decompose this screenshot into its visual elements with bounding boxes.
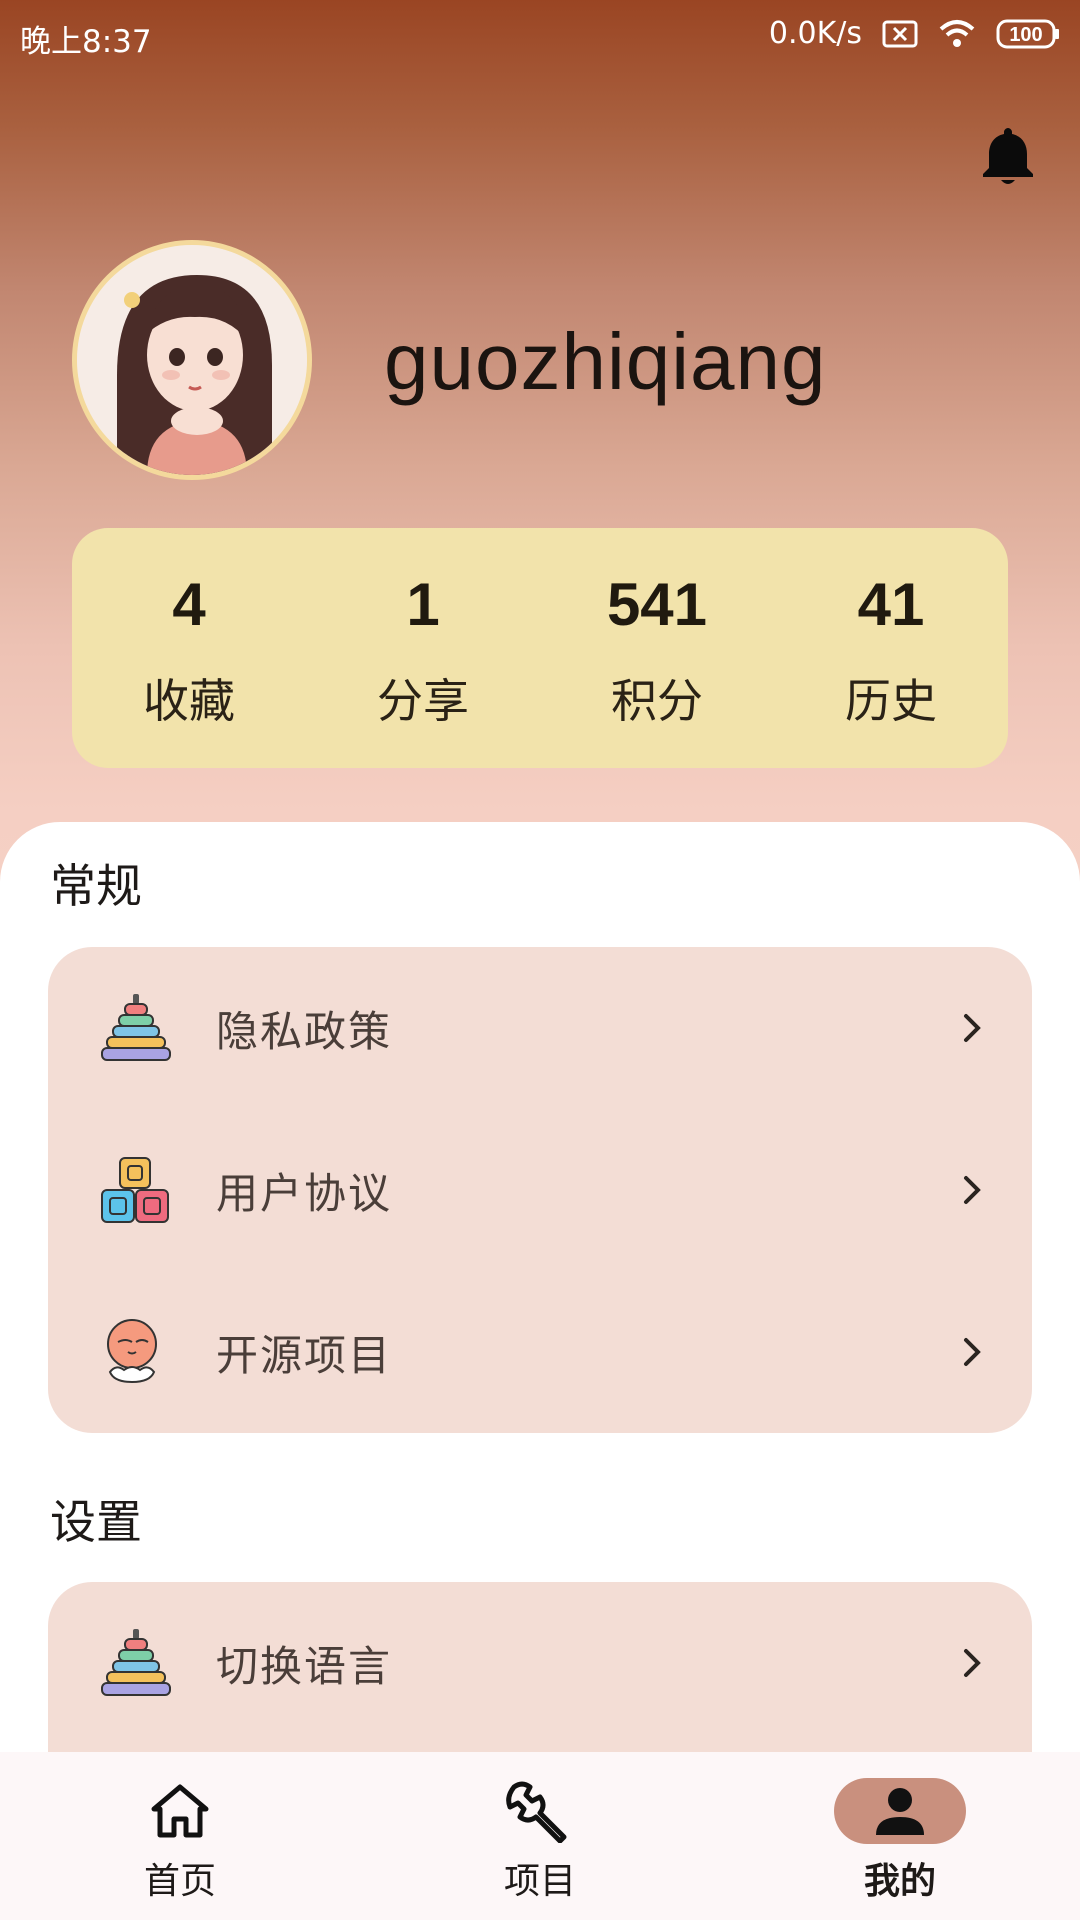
nav-item-mine[interactable]: 我的 bbox=[720, 1752, 1080, 1920]
status-indicators: 0.0K/s 100 bbox=[769, 16, 1060, 51]
chevron-right-icon bbox=[960, 1645, 984, 1681]
nav-label: 首页 bbox=[143, 1861, 216, 1902]
home-icon bbox=[114, 1778, 246, 1844]
menu-item-label: 切换语言 bbox=[216, 1641, 393, 1691]
svg-text:100: 100 bbox=[1009, 24, 1042, 46]
menu-item-privacy-policy[interactable]: 隐私政策 bbox=[48, 947, 1032, 1109]
menu-item-label: 开源项目 bbox=[216, 1330, 393, 1380]
nav-item-projects[interactable]: 项目 bbox=[360, 1752, 720, 1920]
nav-label: 我的 bbox=[863, 1861, 936, 1902]
avatar[interactable] bbox=[72, 240, 312, 480]
stat-value: 41 bbox=[857, 571, 925, 638]
stat-label: 分享 bbox=[377, 674, 469, 728]
nav-item-home[interactable]: 首页 bbox=[0, 1752, 360, 1920]
stats-card: 4 收藏 1 分享 541 积分 41 历史 bbox=[72, 528, 1008, 768]
username: guozhiqiang bbox=[384, 317, 827, 406]
stat-label: 历史 bbox=[845, 674, 937, 728]
character-icon bbox=[100, 1316, 172, 1388]
status-time: 晚上8:37 bbox=[20, 24, 152, 60]
no-sim-icon bbox=[882, 20, 918, 48]
nav-label: 项目 bbox=[503, 1861, 576, 1902]
blocks-icon bbox=[100, 1154, 172, 1226]
stat-label: 积分 bbox=[611, 674, 703, 728]
menu-item-open-source[interactable]: 开源项目 bbox=[48, 1271, 1032, 1433]
menu-item-switch-language[interactable]: 切换语言 bbox=[48, 1582, 1032, 1744]
wrench-icon bbox=[474, 1778, 606, 1844]
menu-item-label: 隐私政策 bbox=[216, 1006, 393, 1056]
stat-value: 1 bbox=[406, 571, 440, 638]
stacking-rings-icon bbox=[100, 992, 172, 1064]
person-icon bbox=[834, 1778, 966, 1844]
stat-shares[interactable]: 1 分享 bbox=[306, 528, 540, 768]
menu-item-user-agreement[interactable]: 用户协议 bbox=[48, 1109, 1032, 1271]
stat-history[interactable]: 41 历史 bbox=[774, 528, 1008, 768]
stat-favorites[interactable]: 4 收藏 bbox=[72, 528, 306, 768]
stacking-rings-icon bbox=[100, 1627, 172, 1699]
chevron-right-icon bbox=[960, 1010, 984, 1046]
stat-label: 收藏 bbox=[143, 674, 235, 728]
chevron-right-icon bbox=[960, 1334, 984, 1370]
battery-icon: 100 bbox=[996, 19, 1060, 49]
notification-bell-icon[interactable] bbox=[980, 124, 1036, 188]
chevron-right-icon bbox=[960, 1172, 984, 1208]
section-title-general: 常规 bbox=[50, 859, 142, 913]
section-title-settings: 设置 bbox=[50, 1495, 142, 1549]
network-speed: 0.0K/s bbox=[768, 16, 862, 51]
stat-points[interactable]: 541 积分 bbox=[540, 528, 774, 768]
stat-value: 541 bbox=[606, 571, 708, 638]
general-menu-card: 隐私政策 用户协议 开源项目 bbox=[48, 947, 1032, 1433]
wifi-icon bbox=[938, 19, 976, 49]
bottom-navigation: 首页 项目 我的 bbox=[0, 1752, 1080, 1920]
stat-value: 4 bbox=[172, 571, 206, 638]
menu-item-label: 用户协议 bbox=[216, 1168, 393, 1218]
status-bar: 晚上8:37 0.0K/s 100 bbox=[0, 0, 1080, 72]
